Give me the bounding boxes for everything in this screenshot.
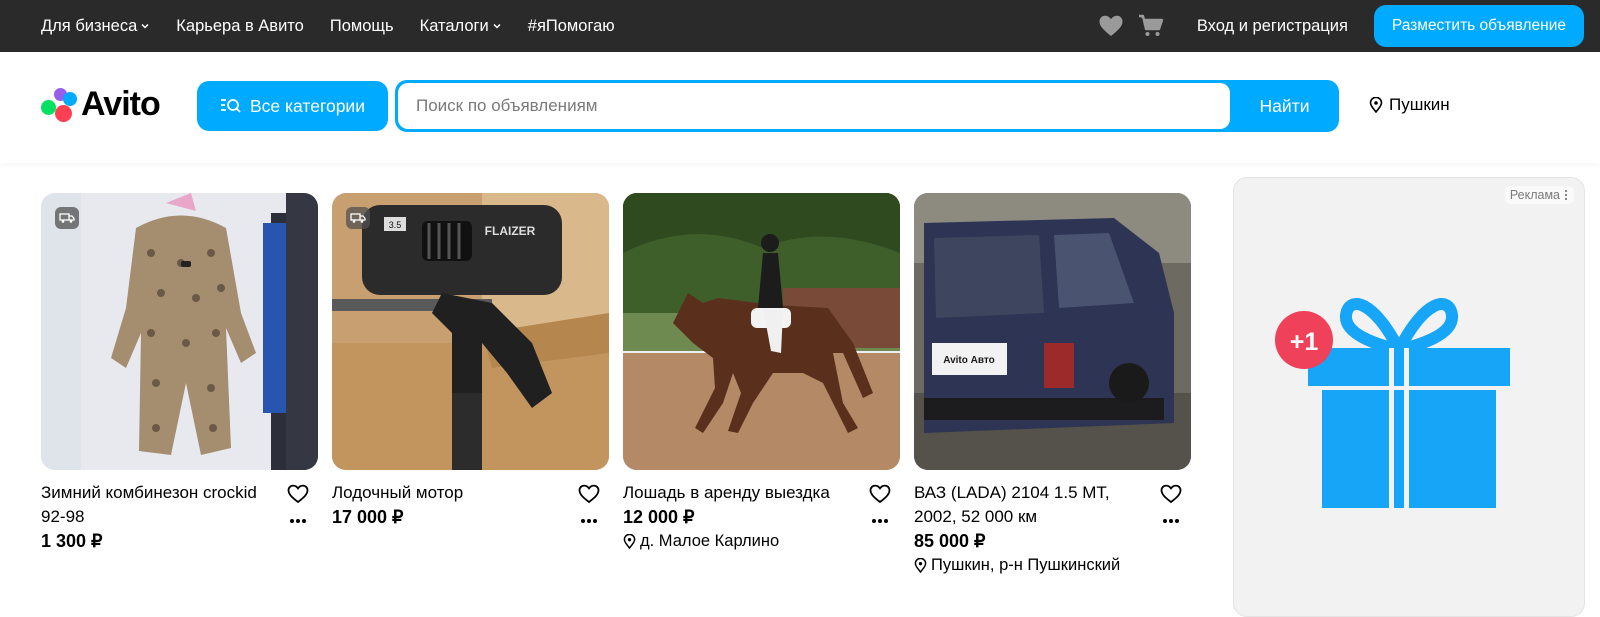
- listing-location-label: д. Малое Карлино: [640, 532, 780, 550]
- gift-icon: +1: [1275, 298, 1510, 508]
- post-ad-button[interactable]: Разместить объявление: [1373, 5, 1584, 47]
- location-pin-icon: [1369, 97, 1383, 113]
- nav-business-label: Для бизнеса: [41, 16, 138, 35]
- favorite-heart-icon[interactable]: [286, 482, 310, 506]
- ad-banner[interactable]: Реклама +1: [1233, 177, 1585, 617]
- listing-photo[interactable]: 3.5 FLAIZER: [332, 193, 609, 470]
- listing-title[interactable]: Лошадь в аренду выездка: [623, 481, 855, 505]
- more-options-icon[interactable]: [868, 511, 892, 531]
- listing-photo[interactable]: [41, 193, 318, 470]
- cart-icon[interactable]: [1137, 12, 1165, 40]
- login-link[interactable]: Вход и регистрация: [1197, 17, 1348, 36]
- search-input[interactable]: [398, 83, 1230, 129]
- ad-label-text: Реклама: [1509, 188, 1560, 202]
- nav-career[interactable]: Карьера в Авито: [176, 17, 304, 36]
- listing-title[interactable]: Лодочный мотор: [332, 481, 564, 505]
- listing-photo[interactable]: [623, 193, 900, 470]
- logo-dots-icon: [41, 87, 77, 122]
- nav-business[interactable]: Для бизнеса: [41, 17, 150, 36]
- chevron-down-icon: [141, 23, 149, 29]
- ad-label[interactable]: Реклама: [1504, 186, 1574, 204]
- horse-photo: [623, 193, 900, 470]
- logo-text: Avito: [81, 85, 161, 123]
- more-options-icon[interactable]: [1159, 511, 1183, 531]
- car-photo: Avito Авто: [914, 193, 1191, 470]
- listing-info: Зимний комбинезон crockid 92-98 1 300 ₽: [41, 481, 273, 553]
- nav-career-label: Карьера в Авито: [176, 16, 304, 35]
- search-button[interactable]: Найти: [1230, 80, 1339, 132]
- listing-location: Пушкин, р-н Пушкинский: [914, 553, 1146, 577]
- nav-catalogs[interactable]: Каталоги: [420, 17, 502, 36]
- listing-photo[interactable]: Avito Авто: [914, 193, 1191, 470]
- listing-info: Лодочный мотор 17 000 ₽: [332, 481, 564, 529]
- header: Avito Все категории Найти Пушкин: [0, 52, 1600, 163]
- favorite-heart-icon[interactable]: [868, 482, 892, 506]
- motor-brand-text: FLAIZER: [485, 224, 536, 238]
- favorites-heart-icon[interactable]: [1097, 12, 1125, 40]
- listing-info: Лошадь в аренду выездка 12 000 ₽ д. Мало…: [623, 481, 855, 553]
- listing-price: 12 000 ₽: [623, 507, 695, 527]
- listing-info: ВАЗ (LADA) 2104 1.5 MT, 2002, 52 000 км …: [914, 481, 1146, 577]
- favorite-heart-icon[interactable]: [1159, 482, 1183, 506]
- more-options-icon[interactable]: [577, 511, 601, 531]
- location-pin-icon: [623, 533, 636, 549]
- listing-title[interactable]: Зимний комбинезон crockid 92-98: [41, 481, 273, 529]
- nav-ya-pomogayu-label: #яПомогаю: [527, 16, 615, 35]
- location-selector[interactable]: Пушкин: [1369, 95, 1450, 115]
- listing-card[interactable]: Лошадь в аренду выездка 12 000 ₽ д. Мало…: [623, 193, 900, 550]
- listing-location: д. Малое Карлино: [623, 529, 855, 553]
- kids-overall-photo: [41, 193, 318, 470]
- listing-price: 17 000 ₽: [332, 507, 404, 527]
- listing-location-label: Пушкин, р-н Пушкинский: [931, 556, 1121, 574]
- location-label: Пушкин: [1389, 95, 1450, 114]
- listing-card[interactable]: Avito Авто ВАЗ (LADA) 2104 1.5 MT, 2002,…: [914, 193, 1191, 574]
- listing-price: 1 300 ₽: [41, 531, 103, 551]
- delivery-truck-icon: [55, 207, 79, 229]
- search-bar: Найти: [395, 80, 1339, 132]
- listing-title[interactable]: ВАЗ (LADA) 2104 1.5 MT, 2002, 52 000 км: [914, 481, 1146, 529]
- nav-ya-pomogayu[interactable]: #яПомогаю: [528, 17, 615, 36]
- boat-motor-photo: 3.5 FLAIZER: [332, 193, 609, 470]
- bonus-text: +1: [1290, 328, 1319, 356]
- categories-search-icon: [221, 99, 241, 113]
- favorite-heart-icon[interactable]: [577, 482, 601, 506]
- all-categories-label: Все категории: [250, 95, 365, 116]
- more-options-icon[interactable]: [286, 511, 310, 531]
- kebab-menu-icon: [1564, 189, 1568, 201]
- svg-text:3.5: 3.5: [389, 220, 402, 230]
- nav-help-label: Помощь: [329, 16, 394, 35]
- location-pin-icon: [914, 557, 927, 573]
- top-nav: Для бизнеса Карьера в Авито Помощь Катал…: [41, 0, 641, 52]
- all-categories-button[interactable]: Все категории: [197, 81, 388, 131]
- delivery-truck-icon: [346, 207, 370, 229]
- listing-card[interactable]: Зимний комбинезон crockid 92-98 1 300 ₽: [41, 193, 318, 551]
- listing-price: 85 000 ₽: [914, 531, 986, 551]
- avito-logo[interactable]: Avito: [41, 85, 161, 124]
- top-bar: Для бизнеса Карьера в Авито Помощь Катал…: [0, 0, 1600, 52]
- car-plate-text: Avito Авто: [943, 355, 995, 366]
- top-right-actions: Вход и регистрация Разместить объявление: [1097, 0, 1584, 52]
- chevron-down-icon: [493, 23, 501, 29]
- nav-catalogs-label: Каталоги: [419, 16, 489, 35]
- listing-card[interactable]: 3.5 FLAIZER Лодочный мотор 17 000 ₽: [332, 193, 609, 527]
- nav-help[interactable]: Помощь: [330, 17, 394, 36]
